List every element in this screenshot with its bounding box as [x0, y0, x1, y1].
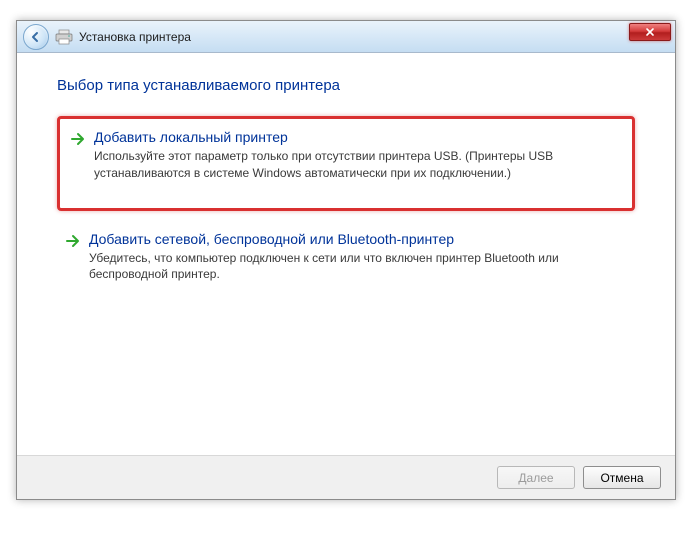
arrow-right-icon	[65, 233, 81, 249]
close-button[interactable]	[629, 23, 671, 41]
option-title: Добавить локальный принтер	[94, 129, 622, 145]
next-button[interactable]: Далее	[497, 466, 575, 489]
back-button[interactable]	[23, 24, 49, 50]
option-desc: Используйте этот параметр только при отс…	[94, 148, 622, 182]
titlebar: Установка принтера	[17, 21, 675, 53]
option-network-printer[interactable]: Добавить сетевой, беспроводной или Bluet…	[57, 221, 635, 302]
arrow-right-icon	[70, 131, 86, 147]
option-text: Добавить локальный принтер Используйте э…	[94, 129, 622, 182]
printer-icon	[55, 29, 73, 45]
wizard-window: Установка принтера Выбор типа устанавлив…	[16, 20, 676, 500]
option-local-printer[interactable]: Добавить локальный принтер Используйте э…	[57, 116, 635, 211]
option-title: Добавить сетевой, беспроводной или Bluet…	[89, 231, 627, 247]
footer-bar: Далее Отмена	[17, 455, 675, 499]
option-row: Добавить сетевой, беспроводной или Bluet…	[65, 231, 627, 284]
cancel-button[interactable]: Отмена	[583, 466, 661, 489]
option-text: Добавить сетевой, беспроводной или Bluet…	[89, 231, 627, 284]
option-row: Добавить локальный принтер Используйте э…	[70, 129, 622, 182]
page-title: Выбор типа устанавливаемого принтера	[57, 77, 635, 94]
option-desc: Убедитесь, что компьютер подключен к сет…	[89, 250, 627, 284]
content-area: Выбор типа устанавливаемого принтера Доб…	[17, 53, 675, 455]
close-icon	[645, 27, 655, 37]
back-arrow-icon	[30, 31, 42, 43]
window-title: Установка принтера	[79, 30, 191, 44]
